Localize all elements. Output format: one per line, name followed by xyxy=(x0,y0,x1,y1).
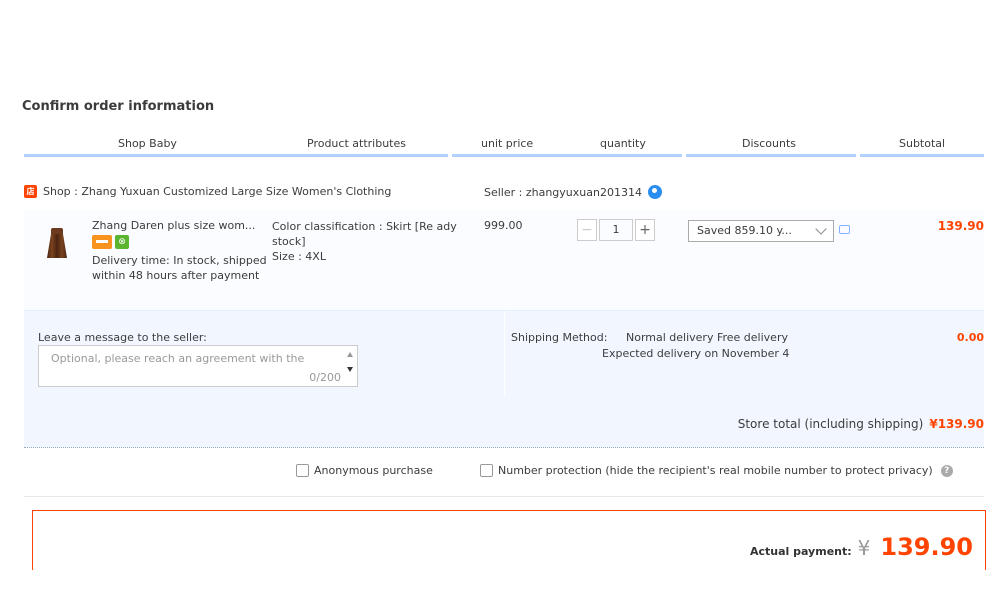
credit-card-icon xyxy=(92,235,112,249)
shop-row: 店 Shop : Zhang Yuxuan Customized Large S… xyxy=(24,185,391,198)
store-total-label: Store total (including shipping) xyxy=(737,417,924,431)
divider xyxy=(24,496,984,497)
delivery-time: Delivery time: In stock, shipped within … xyxy=(92,254,267,282)
actual-payment: Actual payment: ¥ 139.90 xyxy=(750,533,973,561)
number-protection-checkbox[interactable] xyxy=(480,464,493,477)
currency-symbol: ¥ xyxy=(857,536,871,560)
header-underline xyxy=(24,154,272,157)
actual-payment-label: Actual payment: xyxy=(749,545,852,558)
shop-name-link[interactable]: Shop : Zhang Yuxuan Customized Large Siz… xyxy=(43,185,391,198)
discount-value: Saved 859.10 y... xyxy=(697,224,792,237)
guarantee-icon: ⊗ xyxy=(115,235,129,249)
column-header-product-attributes: Product attributes xyxy=(307,137,406,150)
message-char-count: 0/200 xyxy=(309,371,341,384)
anonymous-checkbox[interactable] xyxy=(296,464,309,477)
help-icon[interactable]: ? xyxy=(940,464,953,477)
message-shipping-panel: Leave a message to the seller: Optional,… xyxy=(24,311,984,396)
store-total-panel: Store total (including shipping) ¥139.90 xyxy=(24,396,984,448)
column-header-shop-baby: Shop Baby xyxy=(118,137,177,150)
header-underline xyxy=(564,154,682,157)
anonymous-label: Anonymous purchase xyxy=(314,464,433,477)
divider xyxy=(504,311,505,396)
column-header-quantity: quantity xyxy=(600,137,646,150)
unit-price: 999.00 xyxy=(484,219,523,232)
header-underline xyxy=(272,154,448,157)
shipping-method-value: Normal delivery Free delivery xyxy=(626,331,788,344)
shipping-fee: 0.00 xyxy=(956,331,984,344)
header-underline xyxy=(686,154,856,157)
service-badges: ⊗ xyxy=(92,235,129,249)
column-header-discounts: Discounts xyxy=(742,137,797,150)
actual-payment-box: Actual payment: ¥ 139.90 xyxy=(32,510,986,570)
product-thumbnail[interactable] xyxy=(44,228,70,264)
quantity-input[interactable]: 1 xyxy=(599,219,633,241)
store-total-amount: ¥139.90 xyxy=(929,417,984,431)
chat-icon[interactable] xyxy=(647,185,662,199)
header-underline xyxy=(860,154,984,157)
message-placeholder: Optional, please reach an agreement with… xyxy=(51,352,305,365)
quantity-stepper: − 1 + xyxy=(577,219,655,241)
number-protection-option[interactable]: Number protection (hide the recipient's … xyxy=(480,464,953,477)
column-header-subtotal: Subtotal xyxy=(899,137,946,150)
header-underline xyxy=(452,154,564,157)
shop-icon: 店 xyxy=(24,185,37,198)
seller-name[interactable]: Seller : zhangyuxuan201314 xyxy=(484,186,642,199)
quantity-decrease-button[interactable]: − xyxy=(577,219,597,241)
quantity-increase-button[interactable]: + xyxy=(635,219,655,241)
page-title: Confirm order information xyxy=(22,99,215,114)
expected-delivery: Expected delivery on November 4 xyxy=(602,347,790,360)
number-protection-label: Number protection (hide the recipient's … xyxy=(498,464,933,477)
actual-payment-amount: 139.90 xyxy=(880,533,973,561)
seller-message-textarea[interactable]: Optional, please reach an agreement with… xyxy=(38,345,358,387)
store-total: Store total (including shipping) ¥139.90 xyxy=(738,417,984,431)
anonymous-purchase-option[interactable]: Anonymous purchase xyxy=(296,464,433,477)
product-title-link[interactable]: Zhang Daren plus size wom... xyxy=(92,219,267,232)
scroll-arrows-icon[interactable] xyxy=(347,352,353,372)
message-label: Leave a message to the seller: xyxy=(38,331,207,344)
discount-select[interactable]: Saved 859.10 y... xyxy=(688,220,834,242)
chevron-down-icon xyxy=(815,223,827,235)
comment-icon[interactable] xyxy=(839,225,850,234)
attr-color: Color classification : Skirt [Re ady sto… xyxy=(272,220,457,248)
item-subtotal: 139.90 xyxy=(937,219,984,233)
attr-size: Size : 4XL xyxy=(272,250,326,263)
product-attributes: Color classification : Skirt [Re ady sto… xyxy=(272,219,457,264)
seller-row: Seller : zhangyuxuan201314 xyxy=(484,185,662,199)
shipping-method-label: Shipping Method: xyxy=(511,331,608,344)
order-item: Zhang Daren plus size wom... ⊗ Delivery … xyxy=(24,210,984,311)
column-header-unit-price: unit price xyxy=(481,137,534,150)
